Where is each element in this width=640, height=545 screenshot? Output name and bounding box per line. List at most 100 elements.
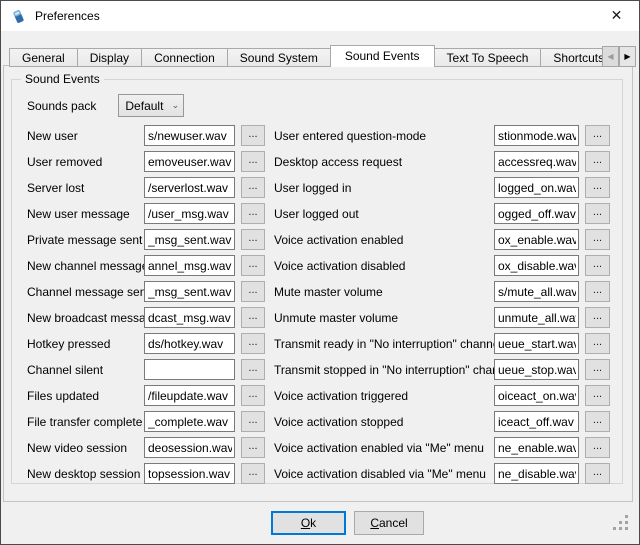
browse-button[interactable]: ... (241, 385, 265, 406)
sound-file-input[interactable] (494, 125, 579, 146)
sound-file-input[interactable] (144, 411, 235, 432)
sound-file-input[interactable] (494, 359, 579, 380)
sound-event-label: File transfer complete (27, 415, 144, 429)
sound-event-label: Channel message sent (27, 285, 144, 299)
browse-button[interactable]: ... (585, 437, 610, 458)
sound-event-row: User logged out ... (274, 203, 610, 224)
browse-button[interactable]: ... (585, 463, 610, 484)
sound-event-label: Voice activation disabled via "Me" menu (274, 467, 494, 481)
groupbox-title: Sound Events (21, 72, 104, 87)
sound-event-row: Voice activation stopped ... (274, 411, 610, 432)
browse-button[interactable]: ... (585, 203, 610, 224)
browse-button[interactable]: ... (241, 359, 265, 380)
tab-scroll-right-icon[interactable]: ▶ (619, 46, 636, 67)
sound-event-label: Private message sent (27, 233, 144, 247)
ok-button-label: Ok (301, 516, 316, 530)
sound-file-input[interactable] (494, 385, 579, 406)
ok-button[interactable]: Ok (271, 511, 346, 535)
browse-button[interactable]: ... (241, 411, 265, 432)
browse-button[interactable]: ... (241, 333, 265, 354)
browse-button[interactable]: ... (585, 385, 610, 406)
sound-file-input[interactable] (144, 281, 235, 302)
browse-button[interactable]: ... (585, 125, 610, 146)
sound-file-input[interactable] (144, 333, 235, 354)
sound-events-groupbox: Sound Events Sounds pack Default ⌄ New u… (11, 79, 623, 484)
browse-button[interactable]: ... (241, 125, 265, 146)
sound-event-row: Server lost ... (27, 177, 265, 198)
sound-file-input[interactable] (144, 177, 235, 198)
sound-event-row: Transmit ready in "No interruption" chan… (274, 333, 610, 354)
sound-file-input[interactable] (494, 255, 579, 276)
sound-event-label: User entered question-mode (274, 129, 494, 143)
tab-connection[interactable]: Connection (141, 48, 228, 67)
tab-shortcuts[interactable]: Shortcuts (540, 48, 603, 67)
sound-file-input[interactable] (494, 463, 579, 484)
tab-sound-system[interactable]: Sound System (227, 48, 331, 67)
sounds-pack-value: Default (119, 99, 167, 113)
browse-button[interactable]: ... (585, 307, 610, 328)
browse-button[interactable]: ... (241, 463, 265, 484)
sound-event-label: User logged in (274, 181, 494, 195)
sound-file-input[interactable] (144, 307, 235, 328)
sound-file-input[interactable] (144, 359, 235, 380)
sound-file-input[interactable] (494, 437, 579, 458)
sound-event-row: New channel message ... (27, 255, 265, 276)
sound-file-input[interactable] (494, 151, 579, 172)
browse-button[interactable]: ... (585, 229, 610, 250)
sound-file-input[interactable] (144, 125, 235, 146)
browse-button[interactable]: ... (585, 281, 610, 302)
close-icon[interactable]: ✕ (594, 1, 639, 31)
sounds-pack-combobox[interactable]: Default ⌄ (118, 94, 184, 117)
tab-scroll-buttons: ◀ ▶ (602, 46, 636, 67)
sound-file-input[interactable] (144, 437, 235, 458)
sound-event-row: New user message ... (27, 203, 265, 224)
sound-file-input[interactable] (144, 385, 235, 406)
browse-button[interactable]: ... (585, 255, 610, 276)
sound-file-input[interactable] (144, 229, 235, 250)
browse-button[interactable]: ... (585, 151, 610, 172)
sound-file-input[interactable] (494, 307, 579, 328)
sound-file-input[interactable] (494, 203, 579, 224)
resize-grip-icon[interactable] (613, 515, 616, 518)
browse-button[interactable]: ... (585, 411, 610, 432)
browse-button[interactable]: ... (585, 359, 610, 380)
sound-event-label: Voice activation stopped (274, 415, 494, 429)
sounds-pack-label: Sounds pack (27, 99, 96, 113)
sound-file-input[interactable] (144, 463, 235, 484)
tab-sound-events[interactable]: Sound Events (330, 45, 435, 67)
browse-button[interactable]: ... (241, 177, 265, 198)
right-column: User entered question-mode ... Desktop a… (274, 125, 610, 489)
sound-file-input[interactable] (494, 281, 579, 302)
sound-event-label: New channel message (27, 259, 144, 273)
sound-event-label: Transmit stopped in "No interruption" ch… (274, 363, 494, 377)
title-bar[interactable]: Preferences ✕ (1, 1, 639, 31)
sound-file-input[interactable] (494, 229, 579, 250)
sound-file-input[interactable] (494, 177, 579, 198)
sound-event-label: Server lost (27, 181, 144, 195)
tab-text-to-speech[interactable]: Text To Speech (434, 48, 542, 67)
sound-file-input[interactable] (144, 203, 235, 224)
sound-event-label: New user (27, 129, 144, 143)
sound-file-input[interactable] (144, 255, 235, 276)
cancel-button[interactable]: Cancel (354, 511, 424, 535)
tab-scroll-left-icon[interactable]: ◀ (602, 46, 619, 67)
browse-button[interactable]: ... (585, 333, 610, 354)
chevron-down-icon: ⌄ (167, 101, 183, 111)
sound-file-input[interactable] (494, 333, 579, 354)
sound-event-label: Transmit ready in "No interruption" chan… (274, 337, 494, 351)
sound-file-input[interactable] (494, 411, 579, 432)
sound-file-input[interactable] (144, 151, 235, 172)
browse-button[interactable]: ... (241, 437, 265, 458)
sound-event-label: User removed (27, 155, 144, 169)
sound-event-label: New desktop session (27, 467, 144, 481)
browse-button[interactable]: ... (241, 255, 265, 276)
browse-button[interactable]: ... (241, 203, 265, 224)
browse-button[interactable]: ... (241, 229, 265, 250)
tab-display[interactable]: Display (77, 48, 142, 67)
browse-button[interactable]: ... (241, 281, 265, 302)
browse-button[interactable]: ... (241, 307, 265, 328)
tab-general[interactable]: General (9, 48, 78, 67)
browse-button[interactable]: ... (585, 177, 610, 198)
browse-button[interactable]: ... (241, 151, 265, 172)
sound-event-row: User removed ... (27, 151, 265, 172)
